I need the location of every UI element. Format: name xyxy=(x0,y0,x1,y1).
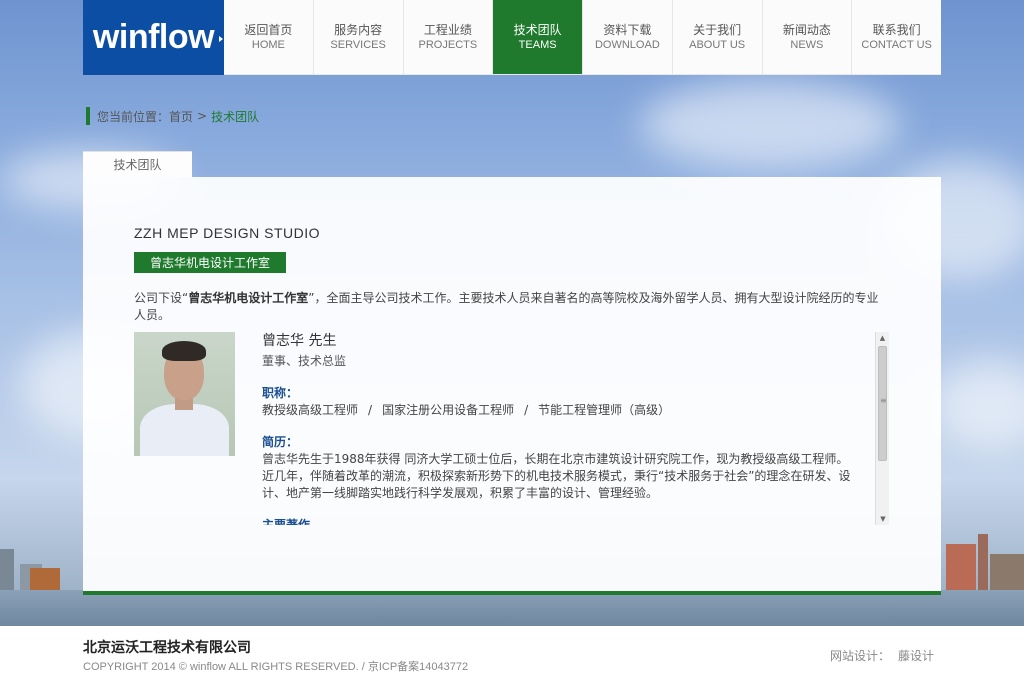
nav-item-sublabel: NEWS xyxy=(790,39,824,51)
nav-item-download[interactable]: 资料下载 DOWNLOAD xyxy=(582,0,672,74)
logo[interactable]: winflow xyxy=(83,0,224,75)
nav-item-home[interactable]: 返回首页 HOME xyxy=(224,0,313,74)
resume-line-1: 曾志华先生于1988年获得 同济大学工硕士位后，长期在北京市建筑设计研究院工作，… xyxy=(262,452,849,466)
member-role: 董事、技术总监 xyxy=(262,354,347,368)
title-separator: / xyxy=(524,403,529,417)
nav-item-about[interactable]: 关于我们 ABOUT US xyxy=(671,0,762,74)
studio-title: ZZH MEP DESIGN STUDIO xyxy=(134,225,321,241)
footer-company-name: 北京运沃工程技术有限公司 xyxy=(83,640,251,656)
breadcrumb-current: 技术团队 xyxy=(211,109,260,124)
scroll-up-icon[interactable]: ▲ xyxy=(876,332,889,344)
team-member-scroll-area[interactable]: 曾志华 先生 董事、技术总监 职称： 教授级高级工程师 / 国家注册公用设备工程师 /… xyxy=(134,332,891,525)
nav-item-label: 关于我们 xyxy=(693,23,742,37)
breadcrumb-home-link[interactable]: 首页 xyxy=(169,108,193,125)
credit-label: 网站设计： xyxy=(829,649,890,663)
nav-item-projects[interactable]: 工程业绩 PROJECTS xyxy=(402,0,493,74)
main-nav: 返回首页 HOME 服务内容 SERVICES 工程业绩 PROJECTS 技术… xyxy=(224,0,941,75)
studio-badge: 曾志华机电设计工作室 xyxy=(134,252,287,273)
credit-link[interactable]: 藤设计 xyxy=(898,649,934,663)
resume-line-2: 近几年，伴随着改革的潮流，积极探索新形势下的机电技术服务模式，秉行“技术服务于社… xyxy=(262,469,851,500)
nav-item-label: 新闻动态 xyxy=(782,23,831,37)
member-profile: 曾志华 先生 董事、技术总监 职称： 教授级高级工程师 / 国家注册公用设备工程师 /… xyxy=(262,332,874,525)
nav-item-sublabel: DOWNLOAD xyxy=(594,39,660,51)
intro-text-before: 公司下设“ xyxy=(134,291,189,305)
nav-item-services[interactable]: 服务内容 SERVICES xyxy=(312,0,403,74)
nav-item-label: 返回首页 xyxy=(244,23,293,37)
member-name: 曾志华 先生 xyxy=(262,333,337,349)
titles-heading: 职称： xyxy=(262,386,299,400)
grip-icon: ≡ xyxy=(880,396,887,405)
tab-teams[interactable]: 技术团队 xyxy=(83,151,192,177)
nav-item-sublabel: HOME xyxy=(251,39,285,51)
breadcrumb-prefix: 您当前位置： xyxy=(97,109,170,124)
studio-intro: 公司下设“曾志华机电设计工作室”，全面主导公司技术工作。主要技术人员来自著名的高… xyxy=(134,290,879,324)
nav-item-label: 技术团队 xyxy=(513,23,562,37)
intro-studio-name: 曾志华机电设计工作室 xyxy=(188,291,309,305)
title-item: 节能工程管理师（高级） xyxy=(538,403,671,417)
scrollbar-thumb[interactable]: ≡ xyxy=(878,346,887,461)
breadcrumb-marker xyxy=(86,107,90,125)
titles-list: 教授级高级工程师 / 国家注册公用设备工程师 / 节能工程管理师（高级） xyxy=(262,402,874,419)
nav-item-label: 服务内容 xyxy=(334,23,383,37)
footer-copyright: COPYRIGHT 2014 © winflow ALL RIGHTS RESE… xyxy=(83,661,469,673)
logo-text: winflow xyxy=(92,18,215,56)
logo-arrow-icon xyxy=(219,36,223,42)
title-item: 教授级高级工程师 xyxy=(262,403,359,417)
resume-heading: 简历： xyxy=(262,435,299,449)
nav-item-sublabel: PROJECTS xyxy=(418,39,478,51)
nav-item-teams[interactable]: 技术团队 TEAMS xyxy=(492,0,582,74)
nav-item-sublabel: SERVICES xyxy=(330,39,386,51)
works-heading: 主要著作 xyxy=(262,518,311,525)
nav-item-sublabel: ABOUT US xyxy=(689,39,746,51)
nav-item-sublabel: TEAMS xyxy=(518,39,557,51)
title-separator: / xyxy=(368,403,373,417)
nav-item-sublabel: CONTACT US xyxy=(861,39,932,51)
scrollbar[interactable]: ▲ ≡ ▼ xyxy=(875,332,889,525)
title-item: 国家注册公用设备工程师 xyxy=(382,403,515,417)
footer: 北京运沃工程技术有限公司 COPYRIGHT 2014 © winflow AL… xyxy=(0,626,1024,684)
breadcrumb: 您当前位置： 首页 > 技术团队 xyxy=(86,107,259,125)
content-panel: ZZH MEP DESIGN STUDIO 曾志华机电设计工作室 公司下设“曾志… xyxy=(83,177,941,595)
breadcrumb-separator: > xyxy=(197,109,208,123)
footer-credit: 网站设计： 藤设计 xyxy=(830,647,934,664)
nav-item-news[interactable]: 新闻动态 NEWS xyxy=(761,0,852,74)
nav-item-label: 联系我们 xyxy=(872,23,921,37)
nav-item-contact[interactable]: 联系我们 CONTACT US xyxy=(851,0,941,74)
nav-item-label: 资料下载 xyxy=(603,23,652,37)
nav-item-label: 工程业绩 xyxy=(423,23,472,37)
member-photo xyxy=(134,332,235,456)
scroll-down-icon[interactable]: ▼ xyxy=(876,513,890,525)
